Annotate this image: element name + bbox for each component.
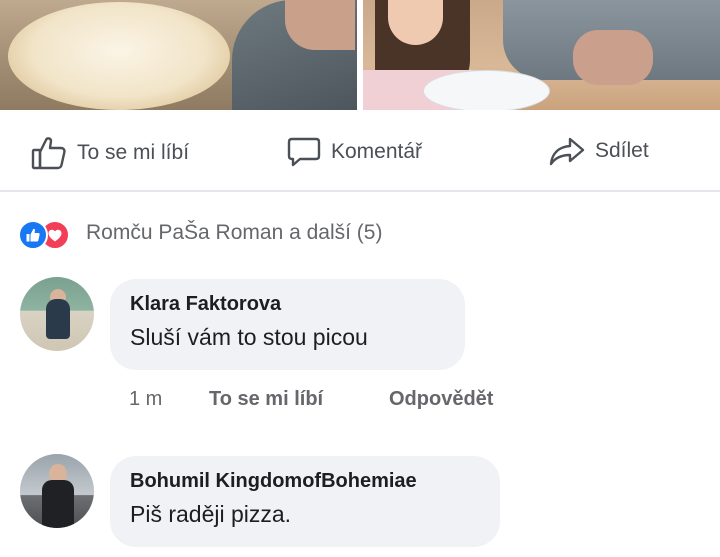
comment-meta: 1 m To se mi líbí Odpovědět — [129, 388, 493, 411]
person-hands — [573, 30, 653, 85]
comment-bubble: Klara Faktorova Sluší vám to stou picou — [110, 279, 465, 370]
reaction-icons — [18, 218, 78, 250]
share-button-label: Sdílet — [595, 139, 649, 162]
share-arrow-icon — [549, 136, 585, 166]
pizza-image — [8, 2, 230, 110]
comment-bubble: Bohumil KingdomofBohemiae Piš raději piz… — [110, 456, 500, 547]
comment-like-button[interactable]: To se mi líbí — [209, 388, 389, 411]
comment-author[interactable]: Klara Faktorova — [130, 293, 447, 316]
post-photo-child[interactable] — [363, 0, 720, 110]
post-action-bar: To se mi líbí Komentář Sdílet — [0, 124, 720, 182]
avatar-body — [42, 480, 74, 528]
reactions-summary-text: Romču PaŠa Roman a další (5) — [86, 221, 383, 244]
comment-reply-button[interactable]: Odpovědět — [389, 388, 493, 411]
reactions-summary[interactable]: Romču PaŠa Roman a další (5) — [18, 218, 383, 250]
speech-bubble-icon — [287, 136, 321, 168]
like-button[interactable]: To se mi líbí — [31, 136, 189, 170]
post-photos[interactable] — [0, 0, 720, 110]
avatar-body — [46, 299, 70, 339]
comment-text: Sluší vám to stou picou — [130, 324, 368, 350]
person-hand — [285, 0, 355, 50]
avatar[interactable] — [20, 454, 94, 528]
comment-button[interactable]: Komentář — [287, 136, 422, 168]
plate-image — [423, 70, 550, 110]
comment-timestamp[interactable]: 1 m — [129, 388, 209, 411]
thumbs-up-icon — [31, 136, 67, 170]
comment-author[interactable]: Bohumil KingdomofBohemiae — [130, 470, 482, 493]
like-reaction-icon — [18, 220, 48, 250]
section-divider — [0, 190, 720, 192]
post-photo-pizza[interactable] — [0, 0, 357, 110]
like-button-label: To se mi líbí — [77, 141, 190, 164]
share-button[interactable]: Sdílet — [549, 136, 649, 166]
comment-text: Piš raději pizza. — [130, 501, 292, 527]
comment-button-label: Komentář — [331, 140, 423, 163]
avatar[interactable] — [20, 277, 94, 351]
